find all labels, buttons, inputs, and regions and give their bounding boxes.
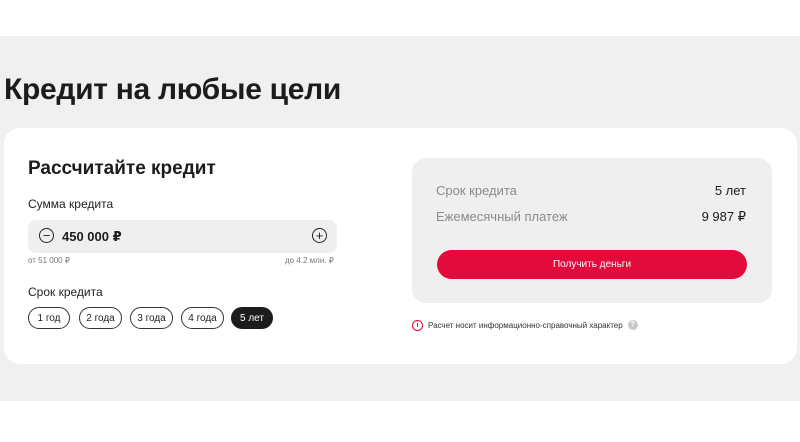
term-option-1[interactable]: 1 год (28, 307, 70, 329)
term-option-3[interactable]: 3 года (130, 307, 173, 329)
page-title: Кредит на любые цели (4, 73, 342, 106)
term-option-2[interactable]: 2 года (79, 307, 122, 329)
term-label: Срок кредита (28, 285, 103, 299)
disclaimer: i Расчет носит информационно-справочный … (412, 318, 638, 332)
result-payment-label: Ежемесячный платеж (436, 209, 568, 224)
result-payment-value: 9 987 ₽ (701, 209, 746, 224)
term-option-4[interactable]: 4 года (181, 307, 224, 329)
get-money-button[interactable]: Получить деньги (437, 250, 747, 279)
amount-min-label: от 51 000 ₽ (28, 256, 70, 265)
info-icon: i (412, 319, 423, 331)
plus-icon[interactable]: + (312, 228, 327, 243)
result-panel: Срок кредита 5 лет Ежемесячный платеж 9 … (412, 158, 772, 303)
term-option-5[interactable]: 5 лет (231, 307, 273, 329)
amount-input[interactable]: − 450 000 ₽ + (28, 220, 337, 253)
amount-label: Сумма кредита (28, 197, 114, 211)
calculator-title: Рассчитайте кредит (28, 158, 216, 179)
help-icon[interactable]: ? (627, 320, 638, 330)
top-bar (0, 0, 800, 36)
minus-icon[interactable]: − (39, 228, 54, 243)
result-term-label: Срок кредита (436, 183, 517, 198)
result-term-value: 5 лет (714, 183, 746, 198)
bottom-area (0, 401, 800, 442)
amount-value[interactable]: 450 000 ₽ (62, 229, 122, 245)
amount-max-label: до 4.2 млн. ₽ (285, 256, 334, 265)
disclaimer-text: Расчет носит информационно-справочный ха… (428, 320, 623, 330)
